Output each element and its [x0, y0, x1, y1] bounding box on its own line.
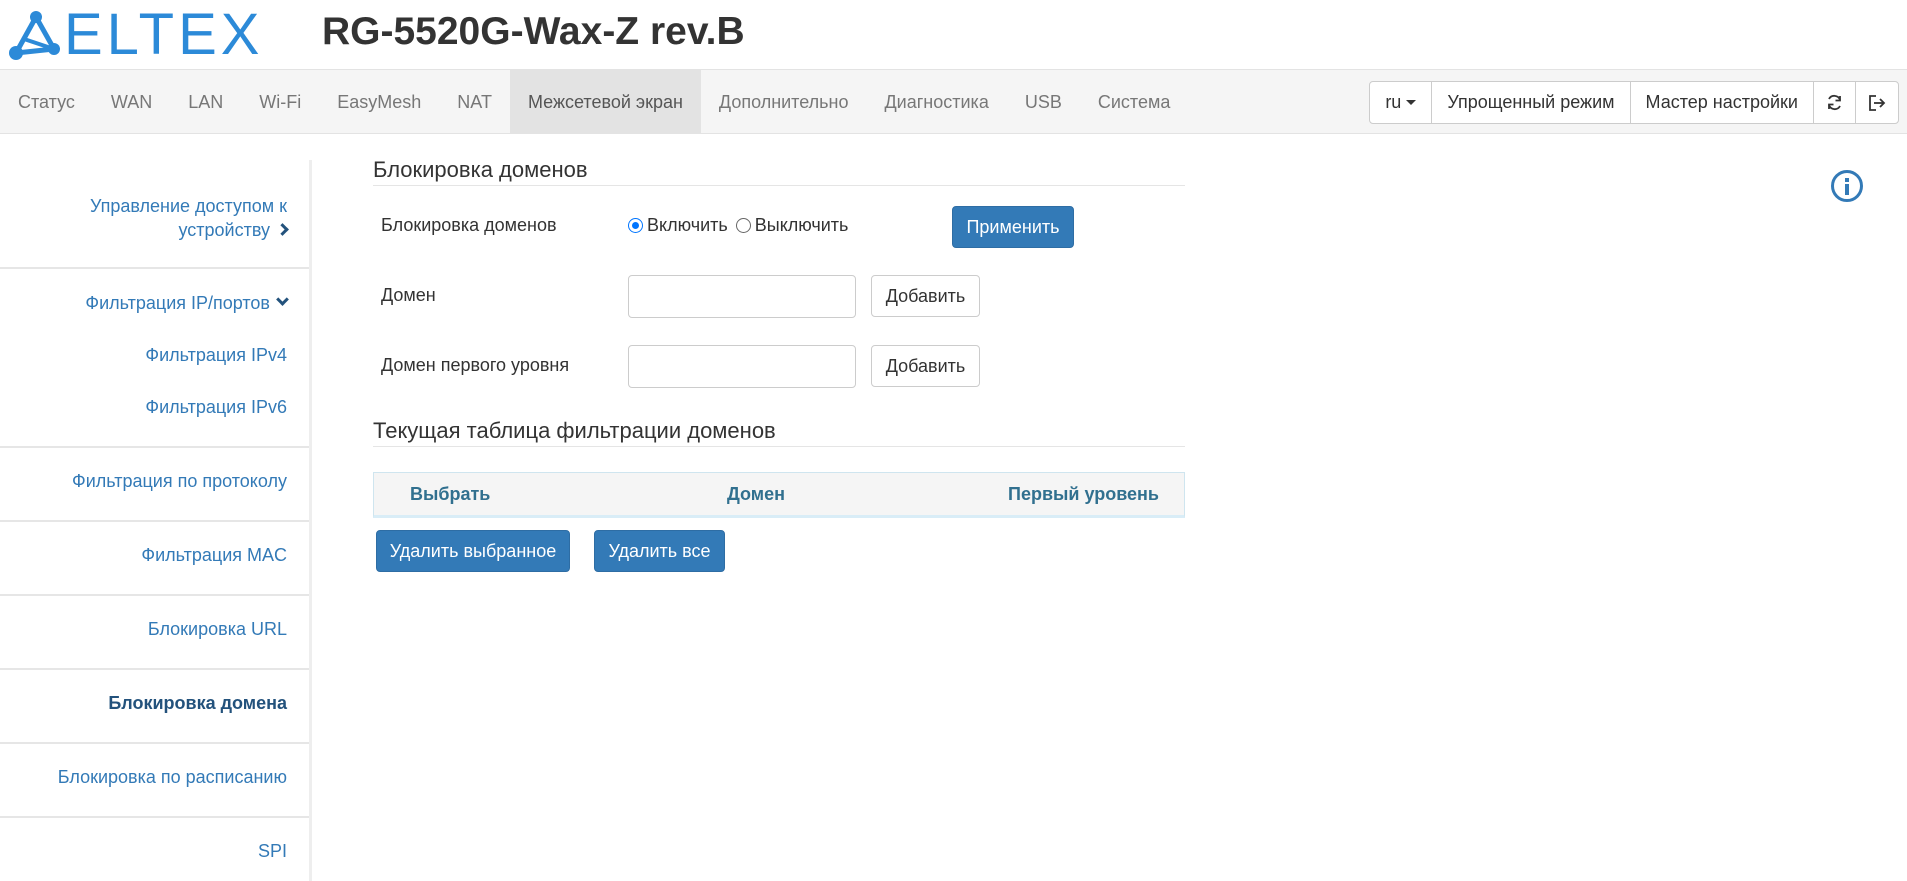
nav-item-5[interactable]: NAT	[439, 70, 510, 134]
nav-menu: Статус WAN LAN Wi-Fi EasyMesh NAT Межсетевой э…	[0, 70, 1188, 134]
tld-label: Домен первого уровня	[381, 355, 570, 375]
domain-blocking-label: Блокировка доменов	[381, 215, 557, 235]
nav-item-3[interactable]: Wi-Fi	[241, 70, 319, 134]
setup-wizard-button[interactable]: Мастер настройки	[1629, 81, 1814, 124]
tld-input[interactable]	[628, 345, 856, 388]
sidebar-group-schedule: Блокировка по расписанию	[0, 744, 309, 818]
delete-selected-button[interactable]: Удалить выбранное	[376, 530, 570, 572]
nav-item-0[interactable]: Статус	[0, 70, 93, 134]
caret-down-icon	[1406, 100, 1417, 105]
delete-all-button[interactable]: Удалить все	[594, 530, 725, 572]
header: ELTEX RG-5520G-Wax-Z rev.B	[0, 0, 1907, 69]
logout-icon	[1869, 94, 1886, 111]
domain-blocking-radio-group: Включить Выключить	[628, 215, 848, 236]
domain-label: Домен	[381, 285, 436, 305]
sidebar-group-mac: Фильтрация MAC	[0, 522, 309, 596]
sidebar-item-protocol-filter[interactable]: Фильтрация по протоколу	[0, 471, 287, 492]
sidebar-group-ip-port: Фильтрация IP/портов Фильтрация IPv4 Фил…	[0, 269, 309, 448]
sidebar-item-ipv6-filter[interactable]: Фильтрация IPv6	[0, 397, 287, 418]
nav-item-9[interactable]: USB	[1007, 70, 1080, 134]
domain-input[interactable]	[628, 275, 856, 318]
sidebar-item-schedule-block[interactable]: Блокировка по расписанию	[0, 767, 287, 788]
column-header-tld: Первый уровень	[1008, 484, 1159, 504]
info-icon-bar	[1845, 184, 1849, 195]
sidebar-item-device-access[interactable]: Управление доступом к устройству	[0, 194, 289, 242]
simple-mode-button[interactable]: Упрощенный режим	[1431, 81, 1631, 124]
sidebar-item-mac-filter[interactable]: Фильтрация MAC	[0, 545, 287, 566]
sidebar-group-spi: SPI	[0, 818, 309, 878]
sidebar-item-spi[interactable]: SPI	[0, 841, 287, 862]
device-model-title: RG-5520G-Wax-Z rev.B	[322, 10, 745, 53]
chevron-right-icon	[276, 223, 289, 236]
sidebar-group-access: Управление доступом к устройству	[0, 160, 309, 269]
info-icon-dot	[1845, 178, 1849, 182]
section-title: Блокировка доменов	[373, 157, 1185, 186]
language-dropdown[interactable]: ru	[1369, 81, 1433, 124]
sidebar-group-protocol: Фильтрация по протоколу	[0, 448, 309, 522]
sidebar-item-label: устройству	[178, 220, 270, 240]
sidebar-item-label: Фильтрация IP/портов	[85, 293, 270, 313]
sidebar-item-url-block[interactable]: Блокировка URL	[0, 619, 287, 640]
nav-item-7[interactable]: Дополнительно	[701, 70, 867, 134]
nav-item-6[interactable]: Межсетевой экран	[509, 70, 701, 134]
eltex-logo-icon	[9, 11, 60, 60]
domain-filter-table-header: Выбрать Домен Первый уровень	[373, 472, 1185, 518]
column-header-select: Выбрать	[410, 484, 491, 504]
nav-item-4[interactable]: EasyMesh	[319, 70, 439, 134]
sidebar-item-ipv4-filter[interactable]: Фильтрация IPv4	[0, 345, 287, 397]
add-tld-button[interactable]: Добавить	[871, 345, 980, 387]
disable-radio-label: Выключить	[754, 215, 849, 235]
enable-radio[interactable]	[628, 218, 643, 233]
column-header-domain: Домен	[727, 484, 785, 504]
refresh-button[interactable]	[1813, 81, 1856, 124]
disable-radio[interactable]	[735, 218, 751, 233]
eltex-logo[interactable]: ELTEX	[6, 6, 263, 64]
nav-item-8[interactable]: Диагностика	[866, 70, 1006, 134]
enable-radio-label: Включить	[647, 215, 728, 235]
add-domain-button[interactable]: Добавить	[871, 275, 980, 317]
language-label: ru	[1385, 92, 1402, 112]
refresh-icon	[1828, 94, 1841, 111]
logo-text: ELTEX	[64, 2, 264, 67]
sidebar-item-domain-block[interactable]: Блокировка домена	[0, 693, 287, 714]
sidebar-group-url: Блокировка URL	[0, 596, 309, 670]
nav-item-10[interactable]: Система	[1080, 70, 1189, 134]
nav-item-1[interactable]: WAN	[93, 70, 170, 134]
sidebar-item-label: Управление доступом к	[89, 196, 287, 216]
nav-item-2[interactable]: LAN	[170, 70, 241, 134]
apply-button[interactable]: Применить	[952, 206, 1074, 248]
sidebar: Управление доступом к устройству Фильтра…	[0, 160, 312, 881]
top-navbar: Статус WAN LAN Wi-Fi EasyMesh NAT Межсетевой э…	[0, 69, 1907, 134]
nav-right-group: ru Упрощенный режим Мастер настройки	[1369, 81, 1899, 124]
sidebar-group-domain: Блокировка домена	[0, 670, 309, 744]
sidebar-item-ip-port-filter[interactable]: Фильтрация IP/портов	[0, 293, 289, 345]
logout-button[interactable]	[1855, 81, 1899, 124]
table-title: Текущая таблица фильтрации доменов	[373, 418, 1185, 447]
chevron-down-icon	[276, 293, 289, 306]
info-icon[interactable]	[1831, 170, 1863, 202]
